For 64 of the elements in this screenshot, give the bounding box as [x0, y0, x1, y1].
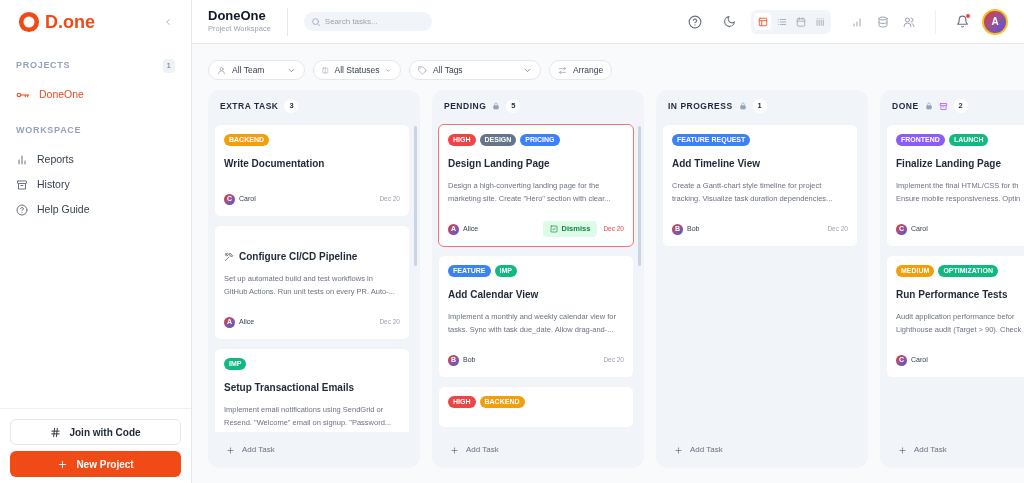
sidebar-item[interactable]: Reports — [16, 147, 175, 172]
archive-box-icon — [16, 178, 28, 191]
add-task-button[interactable]: Add Task — [656, 432, 868, 468]
column-title: IN PROGRESS — [668, 99, 733, 113]
board-view-icon — [757, 16, 768, 27]
add-task-button[interactable]: Add Task — [432, 432, 644, 468]
project-title: DoneOne — [208, 8, 267, 24]
hash-icon — [50, 426, 62, 438]
columns-view-icon — [814, 16, 825, 27]
card-title: Run Performance Tests — [896, 288, 1008, 302]
view-tab[interactable] — [754, 13, 771, 30]
plus-icon — [898, 445, 907, 455]
list-icon — [776, 16, 787, 27]
help-button[interactable] — [687, 13, 703, 30]
column-title: DONE — [892, 99, 919, 113]
dark-mode-button[interactable] — [721, 13, 737, 30]
database-icon — [877, 15, 889, 28]
sidebar-item[interactable]: DoneOne — [16, 82, 175, 107]
add-task-button[interactable]: Add Task — [880, 432, 1024, 468]
search-field[interactable]: Search tasks... — [303, 12, 432, 31]
calendar-icon — [795, 16, 806, 27]
swap-arrows-icon — [558, 65, 567, 75]
card-title: Write Documentation — [224, 157, 325, 171]
sidebar-item[interactable]: History — [16, 172, 175, 197]
join-button[interactable]: Join with Code — [10, 419, 181, 445]
card-title: Design Landing Page — [448, 157, 550, 171]
logo-text: D.one — [45, 10, 95, 34]
plus-icon — [57, 458, 69, 470]
user-icon — [217, 65, 226, 75]
help-icon — [16, 203, 28, 216]
count-badge: 1 — [162, 59, 175, 73]
plus-icon — [450, 445, 459, 455]
section-label: WORKSPACE — [16, 124, 82, 138]
users-icon — [903, 15, 915, 28]
tag-icon — [418, 65, 427, 75]
checkbox-icon — [549, 225, 558, 233]
add-task-button[interactable]: Add Task — [208, 432, 420, 468]
filter-dropdown[interactable]: All Tags — [409, 60, 541, 80]
arrange-button[interactable]: Arrange — [549, 60, 613, 80]
search-icon — [310, 16, 321, 27]
plus-icon — [226, 445, 235, 455]
sidebar-item[interactable]: Help Guide — [16, 197, 175, 222]
column-title: PENDING — [444, 99, 487, 113]
card-title: Add Calendar View — [448, 288, 539, 302]
user-avatar[interactable]: A — [982, 8, 1008, 35]
bar-chart-icon — [16, 153, 28, 166]
new-project-button[interactable]: New Project — [10, 451, 181, 477]
database-button[interactable] — [875, 13, 891, 30]
logo-ring-icon — [18, 11, 40, 33]
card-title: Add Timeline View — [672, 157, 760, 171]
columns-icon — [322, 65, 329, 75]
help-icon — [688, 14, 702, 29]
filter-dropdown[interactable]: All Team — [208, 60, 305, 80]
bell-icon — [955, 15, 969, 28]
moon-icon — [722, 15, 736, 28]
collapse-chevron-icon — [163, 17, 173, 27]
column-title: EXTRA TASK — [220, 99, 279, 113]
plus-icon — [674, 445, 683, 455]
card-title: Setup Transactional Emails — [224, 381, 355, 395]
notifications-button[interactable] — [954, 13, 970, 30]
card-title: Finalize Landing Page — [896, 157, 1001, 171]
section-label: PROJECTS — [16, 59, 71, 73]
card-title: Configure CI/CD Pipeline — [239, 250, 358, 264]
filter-dropdown[interactable]: All Statuses — [313, 60, 401, 80]
